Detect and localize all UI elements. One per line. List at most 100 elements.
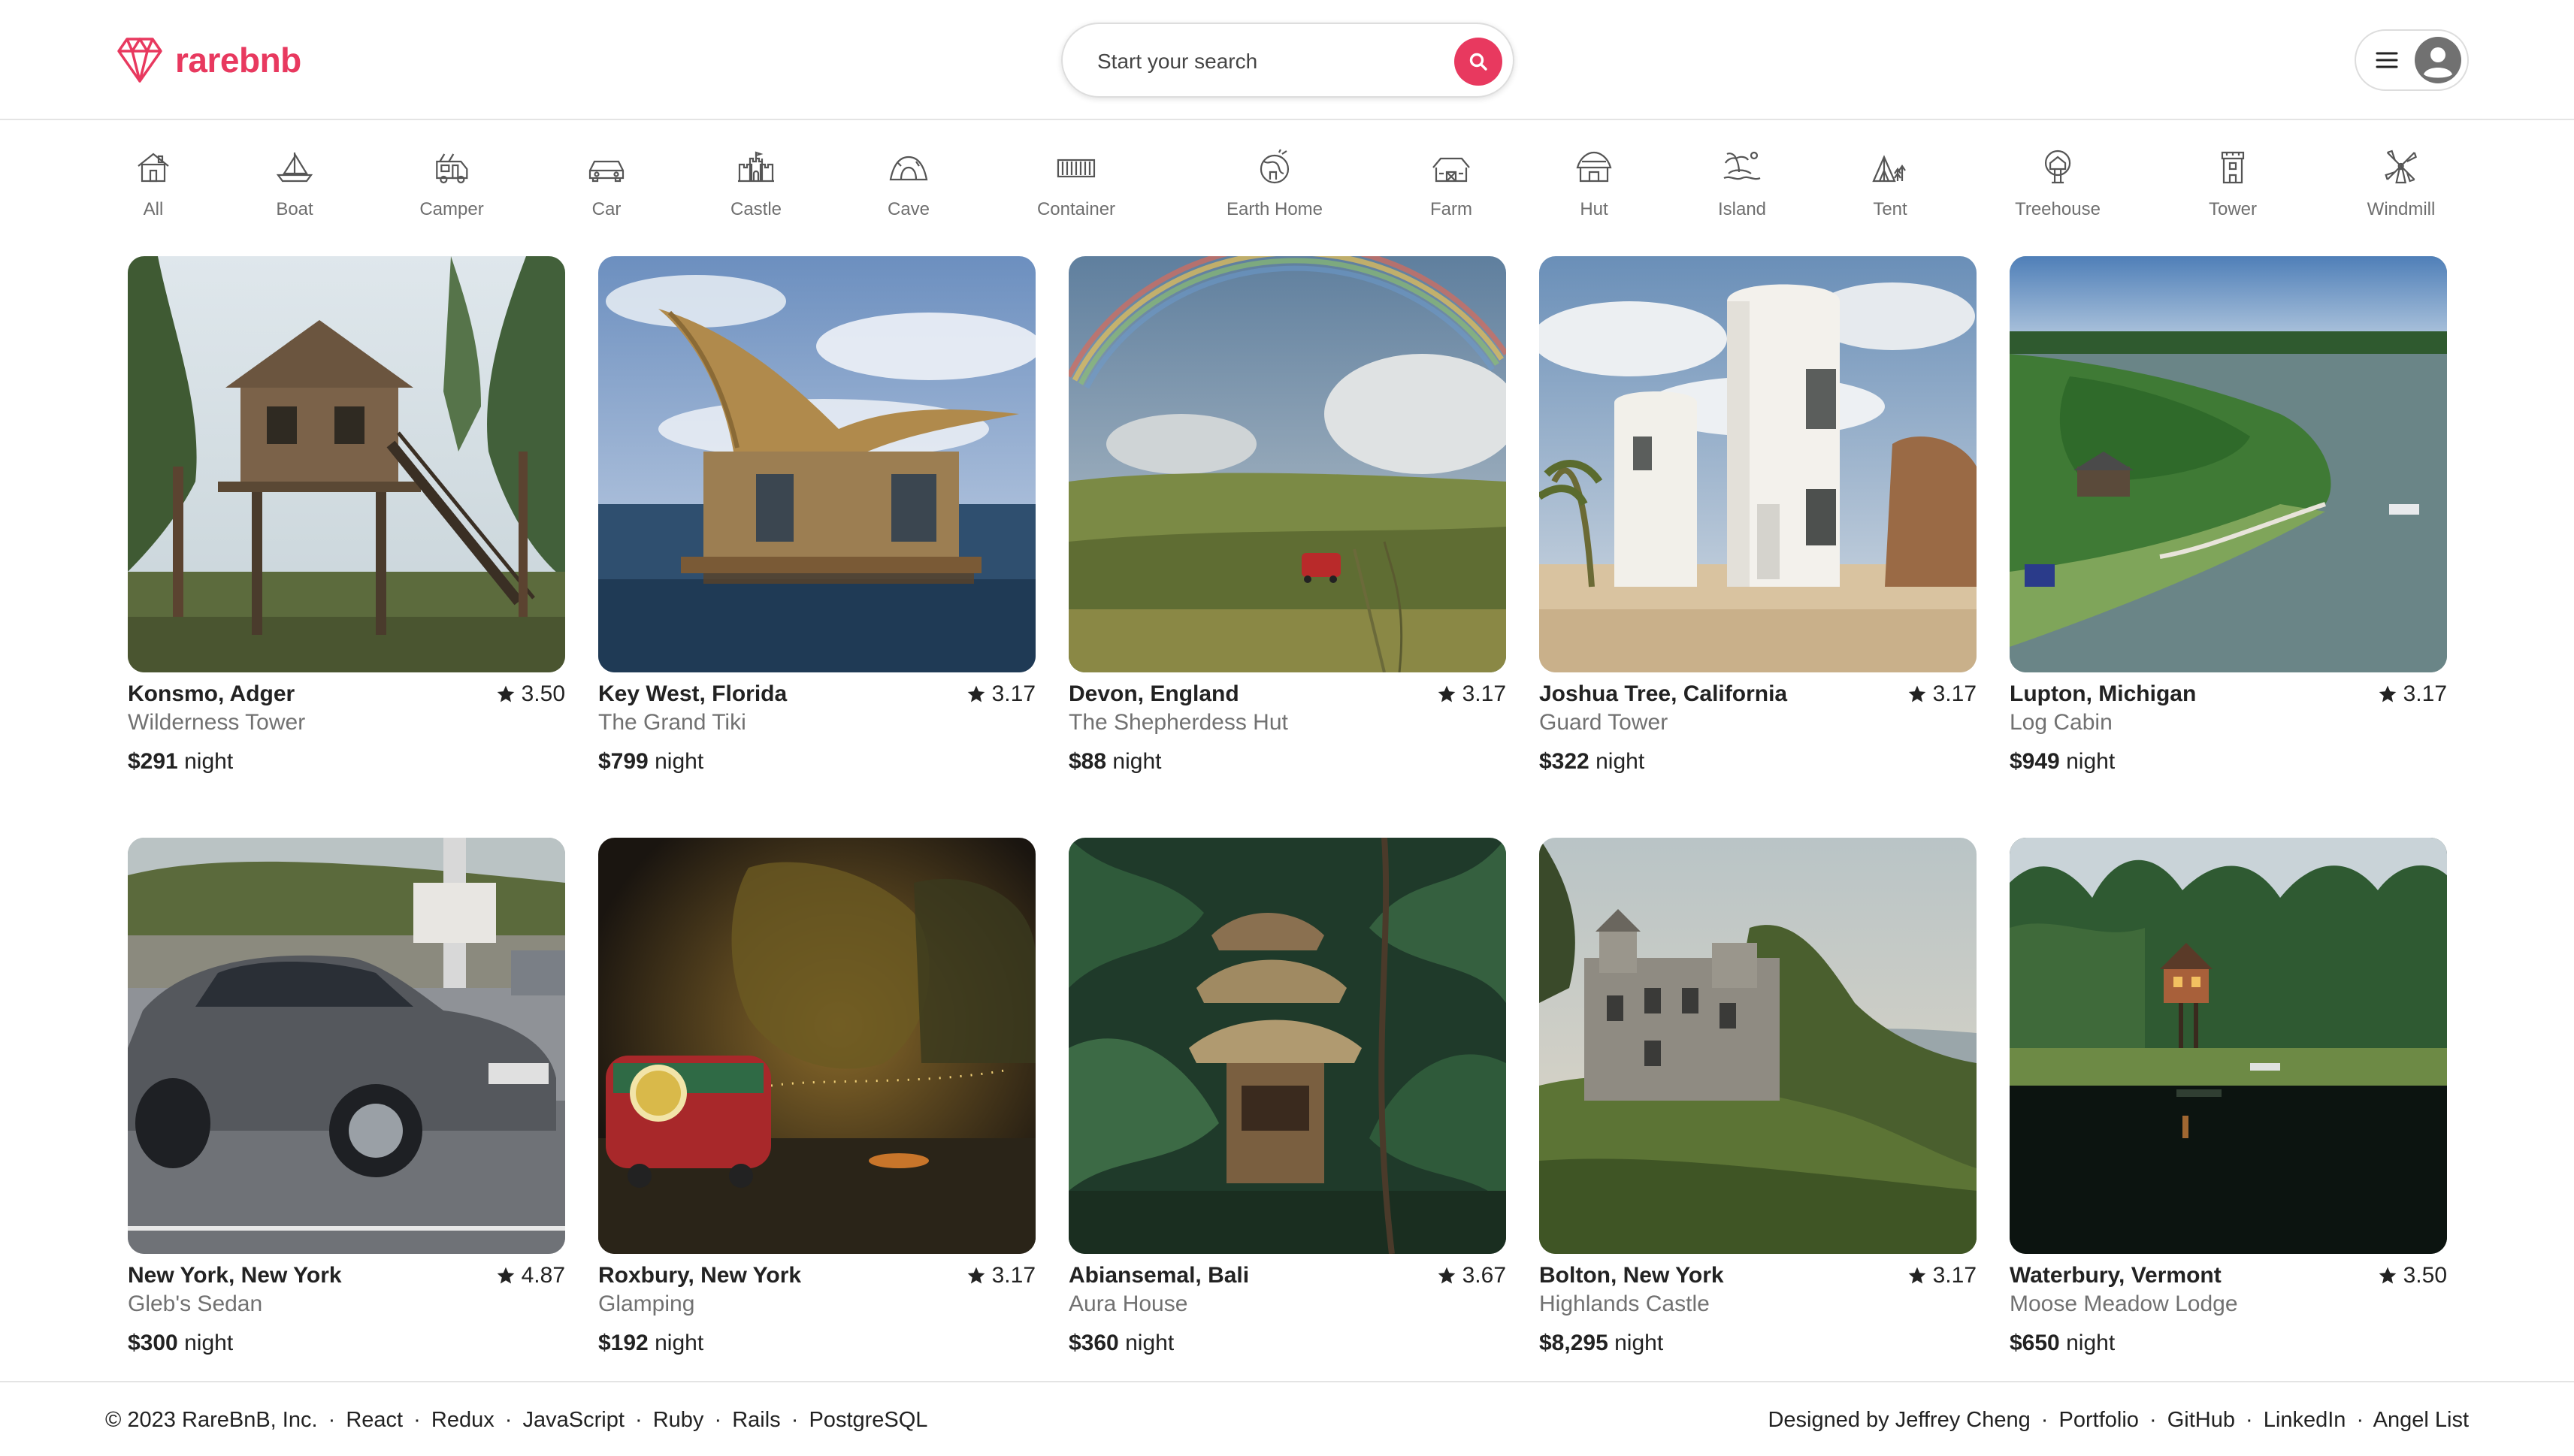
designer-credit: Designed by Jeffrey Cheng	[1768, 1408, 2031, 1432]
listing-card[interactable]: Abiansemal, Bali 3.67 Aura House $360 ni…	[1069, 838, 1506, 1379]
listing-price: $650 night	[2010, 1331, 2447, 1356]
rating-value: 4.87	[521, 1263, 565, 1288]
listing-photo[interactable]	[1069, 838, 1506, 1254]
footer-left: © 2023 RareBnB, Inc. · React · Redux · J…	[105, 1408, 927, 1433]
price-unit: night	[1112, 749, 1162, 774]
hamburger-menu-icon	[2376, 51, 2398, 69]
listing-location: Abiansemal, Bali	[1069, 1263, 1250, 1288]
listing-photo[interactable]	[1539, 256, 1977, 672]
listing-rating: 3.17	[966, 1263, 1036, 1288]
category-farm[interactable]: Farm	[1430, 147, 1472, 220]
footer-link-react[interactable]: React	[346, 1408, 403, 1432]
star-icon	[2379, 1267, 2396, 1284]
listing-card[interactable]: Devon, England 3.17 The Shepherdess Hut …	[1069, 256, 1506, 797]
farm-icon	[1432, 157, 1470, 183]
price-value: $650	[2010, 1331, 2060, 1355]
footer-link-linkedin[interactable]: LinkedIn	[2264, 1408, 2346, 1432]
search-input[interactable]	[1097, 45, 1413, 78]
footer-link-postgresql[interactable]: PostgreSQL	[809, 1408, 927, 1432]
listing-card[interactable]: Bolton, New York 3.17 Highlands Castle $…	[1539, 838, 1977, 1379]
price-value: $322	[1539, 749, 1589, 774]
listing-photo[interactable]	[128, 256, 565, 672]
category-tent[interactable]: Tent	[1869, 147, 1911, 220]
footer-link-ruby[interactable]: Ruby	[653, 1408, 704, 1432]
separator: ·	[634, 1408, 643, 1432]
separator: ·	[791, 1408, 799, 1432]
camper-icon	[435, 153, 468, 184]
footer-link-portfolio[interactable]: Portfolio	[2059, 1408, 2139, 1432]
category-label: Tent	[1873, 199, 1907, 219]
category-hut[interactable]: Hut	[1573, 147, 1615, 220]
car-icon	[588, 160, 625, 183]
footer-link-javascript[interactable]: JavaScript	[523, 1408, 625, 1432]
category-tower[interactable]: Tower	[2209, 147, 2257, 220]
search-bar[interactable]	[1061, 23, 1514, 98]
footer-link-redux[interactable]: Redux	[431, 1408, 495, 1432]
hut-icon	[1576, 151, 1612, 183]
rating-value: 3.17	[1932, 1263, 1977, 1288]
category-castle[interactable]: Castle	[730, 147, 782, 220]
listing-card[interactable]: Joshua Tree, California 3.17 Guard Tower…	[1539, 256, 1977, 797]
price-unit: night	[1614, 1331, 1664, 1355]
category-container[interactable]: Container	[1037, 147, 1115, 220]
listing-rating: 3.50	[496, 681, 565, 707]
listing-photo[interactable]	[2010, 838, 2447, 1254]
rating-value: 3.17	[1932, 681, 1977, 706]
logo-text: rarebnb	[175, 41, 301, 80]
category-camper[interactable]: Camper	[419, 147, 484, 220]
category-label: Farm	[1430, 199, 1472, 219]
listing-card[interactable]: Waterbury, Vermont 3.50 Moose Meadow Lod…	[2010, 838, 2447, 1379]
category-treehouse[interactable]: Treehouse	[2015, 147, 2101, 220]
cave-icon	[889, 156, 928, 181]
category-cave[interactable]: Cave	[888, 147, 930, 220]
logo[interactable]: rarebnb	[116, 33, 301, 87]
footer-link-rails[interactable]: Rails	[732, 1408, 780, 1432]
listing-price: $799 night	[598, 749, 1036, 775]
category-boat[interactable]: Boat	[274, 147, 316, 220]
tower-icon	[2221, 151, 2245, 184]
rating-value: 3.17	[2403, 681, 2447, 706]
separator: ·	[328, 1408, 336, 1432]
listing-name: The Shepherdess Hut	[1069, 710, 1288, 735]
category-car[interactable]: Car	[585, 147, 628, 220]
category-all[interactable]: All	[132, 147, 174, 220]
category-earth-home[interactable]: Earth Home	[1227, 147, 1323, 220]
listing-card[interactable]: Lupton, Michigan 3.17 Log Cabin $949 nig…	[2010, 256, 2447, 797]
search-button[interactable]	[1454, 38, 1502, 86]
category-label: Camper	[419, 199, 484, 219]
footer-link-angel-list[interactable]: Angel List	[2373, 1408, 2469, 1432]
category-island[interactable]: Island	[1718, 147, 1766, 220]
listing-location: Roxbury, New York	[598, 1263, 802, 1288]
listing-card[interactable]: Key West, Florida 3.17 The Grand Tiki $7…	[598, 256, 1036, 797]
price-unit: night	[1596, 749, 1645, 774]
listing-location: Konsmo, Adger	[128, 681, 295, 706]
listing-card[interactable]: New York, New York 4.87 Gleb's Sedan $30…	[128, 838, 565, 1379]
rating-value: 3.50	[2403, 1263, 2447, 1288]
listing-card[interactable]: Konsmo, Adger 3.50 Wilderness Tower $291…	[128, 256, 565, 797]
category-label: Container	[1036, 199, 1116, 219]
category-label: Island	[1717, 199, 1767, 219]
category-label: Castle	[730, 199, 782, 219]
listing-photo[interactable]	[1539, 838, 1977, 1254]
price-unit: night	[2066, 749, 2116, 774]
category-label: Cave	[887, 199, 930, 219]
listing-name: Glamping	[598, 1291, 695, 1316]
tent-icon	[1872, 155, 1906, 183]
star-icon	[1908, 1267, 1925, 1284]
listing-price: $360 night	[1069, 1331, 1506, 1356]
listing-photo[interactable]	[598, 838, 1036, 1254]
listing-photo[interactable]	[128, 838, 565, 1254]
listing-photo[interactable]	[2010, 256, 2447, 672]
footer-link-github[interactable]: GitHub	[2167, 1408, 2235, 1432]
separator: ·	[2149, 1408, 2157, 1432]
earth-home-icon	[1260, 149, 1290, 184]
price-value: $949	[2010, 749, 2060, 774]
listing-rating: 3.17	[966, 681, 1036, 707]
listing-card[interactable]: Roxbury, New York 3.17 Glamping $192 nig…	[598, 838, 1036, 1379]
listing-photo[interactable]	[598, 256, 1036, 672]
category-windmill[interactable]: Windmill	[2367, 147, 2435, 220]
listing-photo[interactable]	[1069, 256, 1506, 672]
user-menu-button[interactable]	[2355, 29, 2469, 91]
category-bar: All Boat Camper Car Castle Cave Containe…	[113, 147, 2450, 229]
diamond-logo-icon	[117, 38, 162, 83]
